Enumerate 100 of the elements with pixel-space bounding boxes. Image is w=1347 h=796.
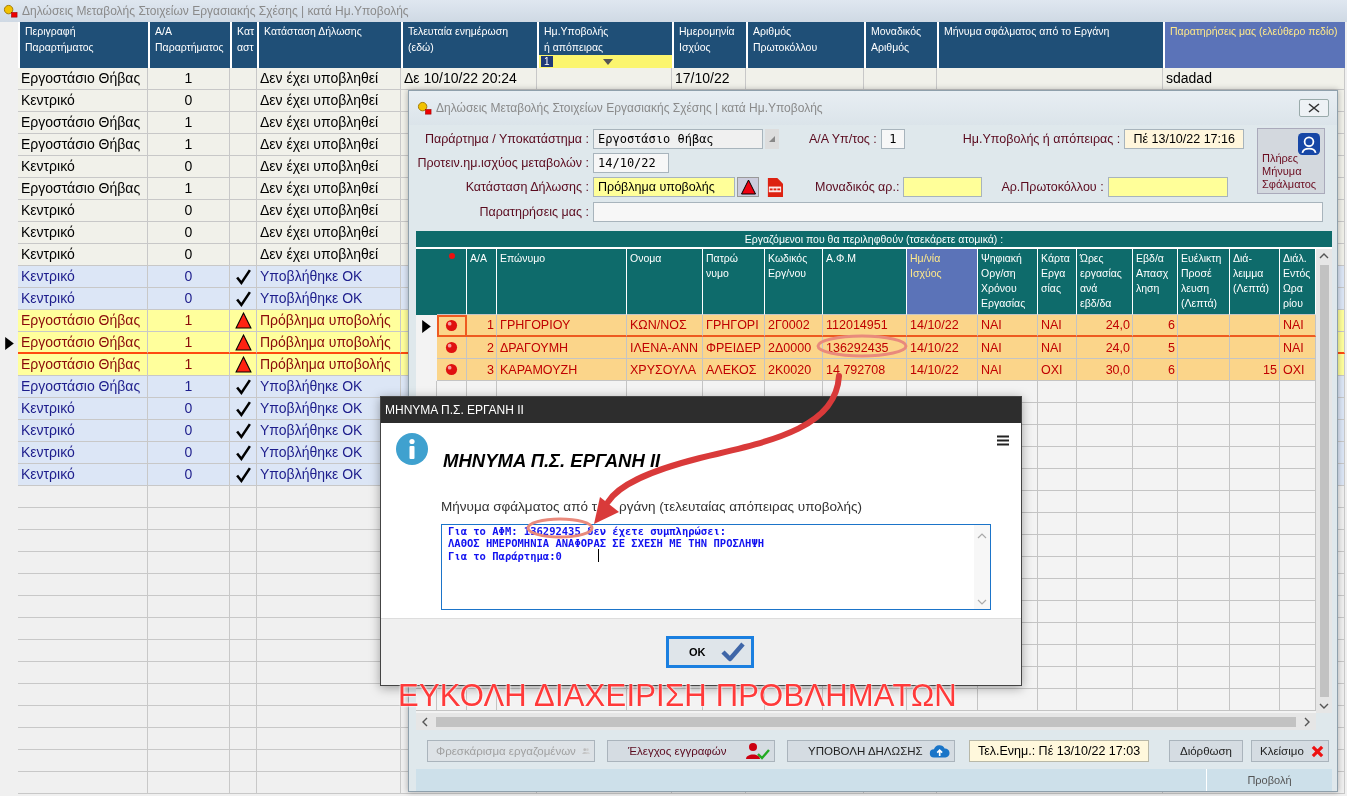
table-cell: 3 [487,362,494,377]
table-cell-text: 1 [184,69,193,88]
column-header[interactable]: Ημ/νία Ισχύος [907,249,978,315]
table-row[interactable]: 2 ΔΡΑΓΟΥΜΗ ΙΛΕΝΑ-ΑΝΝ ΦΡΕΙΔΕΡ 2Δ0000 136292435 14/10/22 ΝΑΙ ΝΑΙ 24,0 5 ΝΑΙ [437,337,1316,359]
table-cell: Εργοστάσιο Θήβας [21,332,141,352]
table-row[interactable]: 1 ΓΡΗΓΟΡΙΟΥ ΚΩΝ/ΝΟΣ ΓΡΗΓΟΡΙ 2Γ0002 112014951 14/10/22 ΝΑΙ ΝΑΙ 24,0 6 ΝΑΙ [437,315,1316,337]
column-header[interactable]: Μοναδικός Αριθμός [864,22,937,68]
table-cell-text: 1 [184,377,193,396]
table-cell: ΝΑΙ [1041,318,1062,332]
table-cell: 6 [1168,362,1175,377]
column-header[interactable]: Κατάσταση Δήλωσης [257,22,401,68]
date-field[interactable]: 14/10/22 [593,153,669,173]
vertical-scrollbar[interactable] [1316,249,1332,713]
status-bar-text: Προβολή [1246,773,1293,788]
horizontal-scrollbar[interactable] [416,713,1316,730]
table-cell: ΙΛΕΝΑ-ΑΝΝ [630,340,699,355]
column-header[interactable]: Ημερομηνία Ισχύος [672,22,746,68]
close-dialog-button[interactable]: Κλείσιμο [1251,740,1329,762]
table-cell: ΦΡΕΙΔΕΡ [706,340,762,355]
column-header[interactable]: Α/Α Παραρτήματος [148,22,230,68]
scroll-up-icon[interactable] [1319,253,1329,259]
table-cell: 30,0 [1105,362,1130,377]
table-cell: ΝΑΙ [981,362,1002,377]
table-cell: 14/10/22 [910,340,959,355]
table-cell-text: Κεντρικό [21,245,75,264]
scroll-down-icon[interactable] [1319,703,1329,709]
filter-dropdown[interactable]: 1 [539,55,672,68]
field-label: Ημ.Υποβολής ή απόπειρας : [962,132,1122,146]
protocol-field[interactable] [1107,177,1228,197]
full-error-button[interactable]: Πλήρες Μήνυμα Σφάλματος [1257,128,1325,194]
pdf-icon[interactable] [766,177,783,197]
unique-number-field[interactable] [903,177,983,197]
column-header[interactable]: Αριθμός Πρωτοκόλλου [746,22,864,68]
dialog-title: ΜΗΝΥΜΑ Π.Σ. ΕΡΓΑΝΗ ΙΙ [385,403,524,417]
info-icon [396,433,428,465]
message-label: Μήνυμα σφάλματος από τ [441,499,598,514]
column-header[interactable]: Περιγραφή Παραρτήματος [18,22,148,68]
scroll-right-icon[interactable] [1304,716,1310,727]
table-cell: ΝΑΙ [981,340,1002,355]
table-cell-text: Κεντρικό [21,289,75,308]
table-cell-text: Υποβλήθηκε ΟΚ [260,443,363,462]
checkmark-icon [721,642,745,662]
close-button[interactable] [1299,99,1329,117]
table-cell-text: 0 [184,465,193,484]
window-title: Δηλώσεις Μεταβολής Στοιχείων Εργασιακής Σχέσης | κατά Ημ.Υποβολής [22,4,409,18]
table-cell-text: Δεν έχει υποβληθεί [260,179,379,198]
date-field[interactable]: Πέ 13/10/22 17:16 [1124,129,1245,149]
grid-title: Εργαζόμενοι που θα περιληφθούν (τσεκάρετε ατομικά) : [416,231,1332,247]
table-cell: ΝΑΙ [1283,340,1304,355]
table-cell-text: Εργοστάσιο Θήβας [21,377,141,396]
warning-button[interactable] [737,177,759,197]
column-header[interactable]: Ημ.Υποβολής ή απόπειρας 1 [537,22,672,68]
table-cell-text: Εργοστάσιο Θήβας [21,135,141,154]
caret-icon [602,58,613,65]
table-cell-text: Υποβλήθηκε ΟΚ [260,399,363,418]
field-label: Μοναδικός αρ.: [815,180,901,194]
table-cell-text: Κεντρικό [21,443,75,462]
table-cell: ΟΧΙ [1041,362,1063,377]
table-cell-text: Πρόβλημα υποβολής [260,355,391,374]
table-cell: Πρόβλημα υποβολής [260,332,391,352]
table-cell-text: Υποβλήθηκε ΟΚ [260,377,363,396]
checkbox-ball-icon[interactable] [445,341,458,354]
menu-icon[interactable] [997,435,1009,446]
table-row[interactable]: Εργοστάσιο Θήβας 1 Δεν έχει υποβληθεί Δε 10/10/22 20:24 17/10/22 sdadad [18,68,1345,90]
status-field[interactable]: Πρόβλημα υποβολής [593,177,735,197]
table-cell-text: Κεντρικό [21,91,75,110]
checkbox-ball-icon[interactable] [445,363,458,376]
table-cell-text: 0 [184,223,193,242]
dropdown-button[interactable] [765,129,779,149]
table-cell-text: 17/10/22 [675,69,730,88]
upload-button[interactable]: ΥΠΟΒΟΛΗ ΔΗΛΩΣΗΣ [787,740,955,762]
table-cell-text: Δεν έχει υποβληθεί [260,91,379,110]
column-header[interactable]: Μήνυμα σφάλματος από το Εργάνη [937,22,1163,68]
notes-field[interactable] [593,202,1323,222]
table-cell: 1 [487,318,494,332]
table-cell: ΔΡΑΓΟΥΜΗ [500,340,569,355]
table-cell: ΓΡΗΓΟΡΙ [706,318,759,332]
table-cell: ΚΑΡΑΜΟΥΖΗ [500,362,578,377]
column-header[interactable]: Κατ αστ [230,22,257,68]
message-heading: ΜΗΝΥΜΑ Π.Σ. ΕΡΓΑΝΗ ΙΙ [443,450,661,472]
table-cell: ΟΧΙ [1283,362,1305,377]
check-button[interactable]: Έλεγχος εγγραφών [607,740,775,762]
table-cell-text: Κεντρικό [21,267,75,286]
fix-button[interactable]: Διόρθωση [1169,740,1243,762]
table-cell-text: 0 [184,289,193,308]
column-header[interactable]: Τελευταία ενημέρωση (εδώ) [401,22,537,68]
table-cell: 24,0 [1105,340,1130,355]
table-cell-text: 0 [184,421,193,440]
column-header[interactable]: Παρατηρήσεις μας (ελεύθερο πεδίο) [1163,22,1345,68]
table-cell-text: 0 [184,245,193,264]
table-row[interactable]: 3 ΚΑΡΑΜΟΥΖΗ ΧΡΥΣΟΥΛΑ ΑΛΕΚΟΣ 2Κ0020 14 792708 14/10/22 ΝΑΙ ΟΧΙ 30,0 6 15 ΟΧΙ [437,359,1316,381]
scroll-left-icon[interactable] [422,716,428,727]
table-cell: ΝΑΙ [1041,340,1062,355]
number-field[interactable]: 1 [880,129,905,149]
branch-dropdown[interactable]: Εργοστάσιο θήβας [593,129,763,149]
table-cell: 15 [1263,362,1277,377]
table-cell: ΝΑΙ [981,318,1002,332]
checkbox-ball-icon[interactable] [445,318,458,332]
table-cell-text: Δεν έχει υποβληθεί [260,113,379,132]
ok-button[interactable]: OK [666,636,754,668]
